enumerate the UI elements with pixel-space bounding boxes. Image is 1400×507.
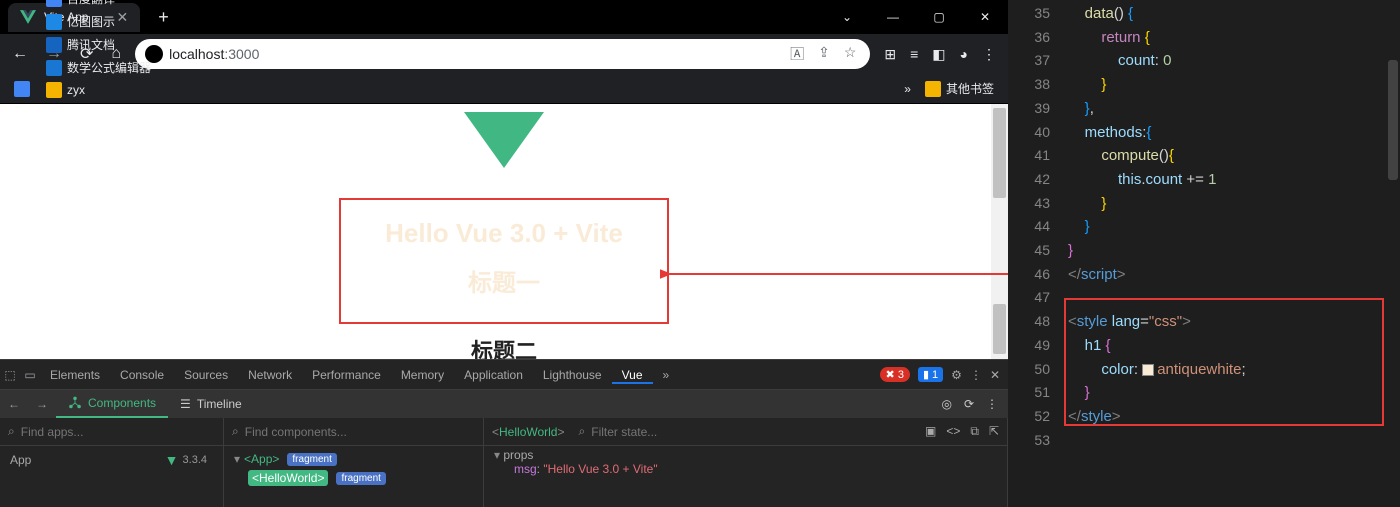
annotation-box — [1064, 298, 1384, 426]
devtools-close-icon[interactable]: ✕ — [990, 368, 1000, 382]
url-port: :3000 — [224, 46, 259, 62]
vue-favicon — [20, 9, 36, 25]
bookmark-item[interactable]: 腾讯文档 — [40, 33, 157, 56]
popout-icon[interactable]: ⇱ — [989, 424, 999, 439]
extensions-icon[interactable]: ⊞ — [884, 46, 896, 63]
devtools-tab-performance[interactable]: Performance — [302, 368, 391, 382]
vue-devtools-nav: ← → Components ☰ Timeline ◎ ⟳ ⋮ — [0, 390, 1008, 418]
bookmark-icon — [14, 81, 30, 97]
tree-app[interactable]: ▾<App> fragment — [230, 450, 477, 468]
bookmark-icon — [46, 82, 62, 98]
scrollbar-thumb[interactable] — [993, 304, 1006, 354]
window-minimize[interactable]: — — [870, 0, 916, 34]
find-components-input[interactable] — [245, 425, 475, 439]
props-section[interactable]: ▾ props — [494, 448, 997, 462]
devtools-tab-network[interactable]: Network — [238, 368, 302, 382]
timeline-icon: ☰ — [180, 397, 191, 411]
devtools-panel: ⬚ ▭ ElementsConsoleSourcesNetworkPerform… — [0, 359, 1008, 507]
page-h1: Hello Vue 3.0 + Vite — [349, 218, 659, 249]
info-count: ▮ 1 — [918, 367, 943, 382]
scrollbar-up[interactable] — [993, 108, 1006, 198]
vue-menu-icon[interactable]: ⋮ — [986, 397, 998, 411]
devtools-tab-vue[interactable]: Vue — [612, 368, 653, 384]
bookmark-item[interactable]: 亿图图示 — [40, 10, 157, 33]
vue-forward[interactable]: → — [28, 397, 56, 411]
inspect-icon[interactable]: ⬚ — [0, 368, 20, 382]
share-icon[interactable]: ⇪ — [818, 44, 830, 64]
copy-icon[interactable]: ⧉ — [970, 424, 979, 439]
bookmark-item[interactable]: 百度翻译 — [40, 0, 157, 10]
vue-logo-icon: ▼ — [165, 452, 179, 468]
translate-icon[interactable]: 🄰 — [790, 44, 804, 64]
scrollbar-thumb[interactable] — [1388, 60, 1398, 180]
device-icon[interactable]: ▭ — [20, 368, 40, 382]
bookmarks-overflow[interactable]: » — [904, 82, 911, 96]
devtools-overflow[interactable]: » — [653, 360, 680, 390]
search-icon: ⌕ — [579, 424, 586, 439]
refresh-icon[interactable]: ⟳ — [964, 397, 974, 411]
address-bar[interactable]: localhost:3000 🄰 ⇪ ☆ — [135, 39, 870, 69]
back-button[interactable]: ← — [8, 41, 32, 67]
bookmark-icon — [46, 60, 62, 76]
devtools-tab-console[interactable]: Console — [110, 368, 174, 382]
target-icon[interactable]: ◎ — [941, 397, 951, 411]
devtools-tabs: ⬚ ▭ ElementsConsoleSourcesNetworkPerform… — [0, 360, 1008, 390]
bookmark-item[interactable]: zyx — [40, 79, 157, 101]
sidepanel-icon[interactable]: ◧ — [932, 46, 945, 63]
page-viewport: Hello Vue 3.0 + Vite 标题一 标题二 — [0, 104, 1008, 359]
tab-timeline[interactable]: ☰ Timeline — [168, 397, 254, 411]
bookmark-icon — [46, 0, 62, 7]
devtools-tab-elements[interactable]: Elements — [40, 368, 110, 382]
filter-state-input[interactable] — [591, 425, 919, 439]
window-close[interactable]: ✕ — [962, 0, 1008, 34]
editor-scrollbar[interactable] — [1386, 0, 1400, 507]
window-maximize[interactable]: ▢ — [916, 0, 962, 34]
menu-icon[interactable]: ⋮ — [982, 46, 996, 63]
highlighted-region: Hello Vue 3.0 + Vite 标题一 — [339, 198, 669, 324]
star-icon[interactable]: ☆ — [844, 44, 857, 64]
error-count: ✖ 3 — [880, 367, 910, 382]
devtools-tab-application[interactable]: Application — [454, 368, 533, 382]
url-host: localhost — [169, 46, 224, 62]
vue-logo — [464, 112, 544, 168]
tab-components[interactable]: Components — [56, 390, 168, 418]
devtools-tab-lighthouse[interactable]: Lighthouse — [533, 368, 612, 382]
bookmark-icon — [46, 37, 62, 53]
chevron-down-icon[interactable]: ⌄ — [824, 0, 870, 34]
tree-helloworld[interactable]: <HelloWorld> fragment — [244, 468, 477, 488]
bookmark-icon — [46, 14, 62, 30]
app-root-item[interactable]: App ▼3.3.4 — [6, 450, 217, 470]
reading-list-icon[interactable]: ≡ — [910, 46, 918, 62]
find-apps-input[interactable] — [21, 425, 215, 439]
scrollbar[interactable] — [991, 104, 1008, 359]
fragment-badge: fragment — [336, 472, 385, 485]
fragment-badge: fragment — [287, 453, 336, 466]
prop-row[interactable]: msg: "Hello Vue 3.0 + Vite" — [494, 462, 997, 476]
code-editor[interactable]: 35363738394041424344454647484950515253 d… — [1008, 0, 1400, 507]
other-bookmarks[interactable]: 其他书签 — [919, 77, 1000, 100]
vue-back[interactable]: ← — [0, 397, 28, 411]
line-gutter: 35363738394041424344454647484950515253 — [1008, 2, 1060, 452]
folder-icon — [925, 81, 941, 97]
devtools-menu-icon[interactable]: ⋮ — [970, 368, 982, 382]
components-icon — [68, 396, 82, 410]
page-subtitle-2: 标题二 — [0, 334, 1008, 359]
code-icon[interactable]: <> — [946, 424, 960, 439]
bookmark-item[interactable] — [8, 78, 36, 100]
window-controls: ⌄ — ▢ ✕ — [824, 0, 1008, 34]
profile-icon[interactable]: ◕ — [960, 46, 968, 62]
screenshot-icon[interactable]: ▣ — [925, 424, 936, 439]
search-icon: ⌕ — [232, 424, 239, 439]
devtools-tab-memory[interactable]: Memory — [391, 368, 454, 382]
devtools-tab-sources[interactable]: Sources — [174, 368, 238, 382]
gear-icon[interactable]: ⚙ — [951, 368, 962, 382]
bookmarks-bar: 百度翻译亿图图示腾讯文档数学公式编辑器zyxTechnologySchoolFa… — [0, 74, 1008, 104]
search-icon: ⌕ — [8, 424, 15, 439]
page-subtitle-1: 标题一 — [349, 263, 659, 298]
bookmark-item[interactable]: 数学公式编辑器 — [40, 56, 157, 79]
breadcrumb: <HelloWorld> — [492, 425, 565, 439]
